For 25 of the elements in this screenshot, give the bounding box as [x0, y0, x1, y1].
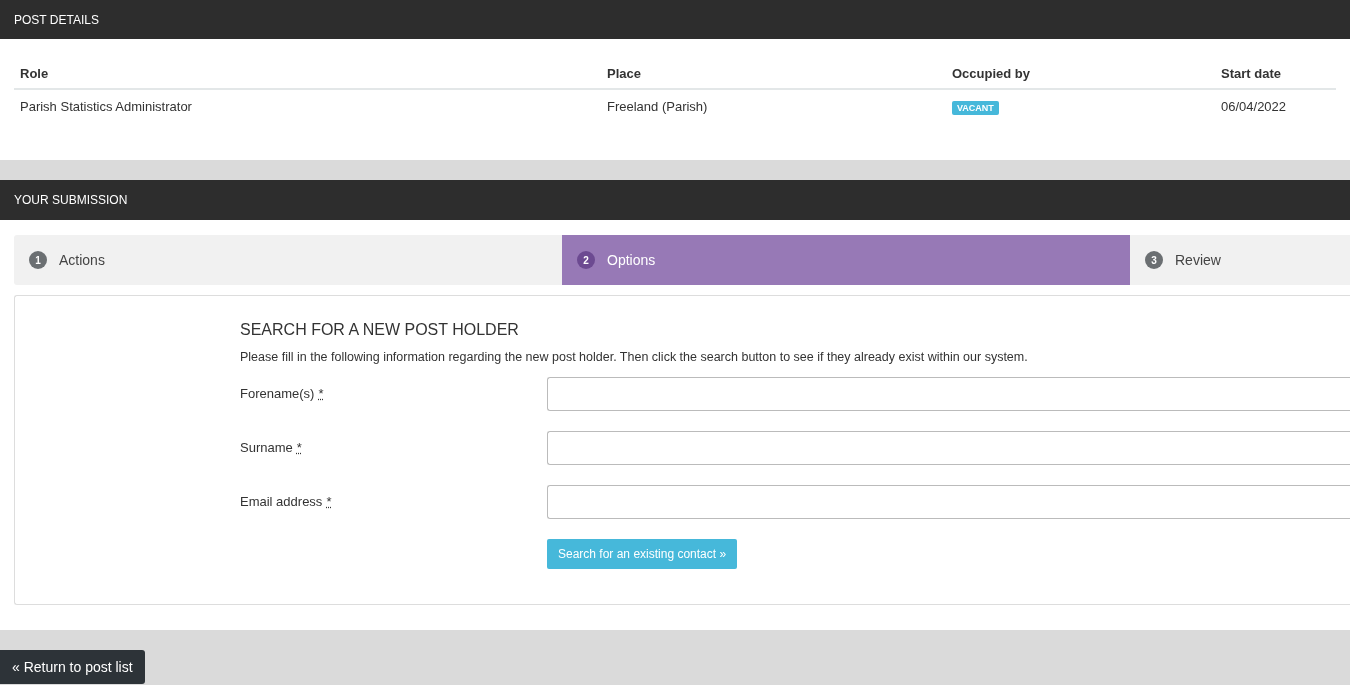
- section-title: YOUR SUBMISSION: [14, 192, 128, 209]
- table-cell: Freeland (Parish): [607, 99, 708, 115]
- section-title: POST DETAILS: [14, 11, 99, 29]
- table-cell: Parish Statistics Administrator: [20, 99, 192, 115]
- field-label: Email address: [240, 493, 323, 511]
- return-button[interactable]: « Return to post list: [0, 650, 145, 684]
- step-tab[interactable]: 3 Review: [1130, 235, 1350, 285]
- required-mark: *: [318, 385, 324, 403]
- table-cell: 06/04/2022: [1221, 99, 1287, 115]
- form-intro: Please fill in the following information regarding the new post holder. Then click the search button to see if they already exist within our system.: [240, 349, 1029, 366]
- column-header: Occupied by: [952, 65, 1031, 81]
- input-field[interactable]: [547, 376, 1350, 411]
- step-tab[interactable]: 1 Actions: [14, 235, 562, 285]
- field-label: Forename(s): [240, 385, 315, 403]
- input-field[interactable]: [547, 430, 1350, 465]
- status-badge: VACANT: [952, 101, 999, 116]
- required-mark: *: [326, 493, 332, 511]
- field-label: Surname: [240, 439, 293, 457]
- column-header: Role: [20, 65, 49, 81]
- column-header: Place: [607, 65, 641, 81]
- step-tab[interactable]: 2 Options: [562, 235, 1130, 285]
- column-header: Start date: [1221, 65, 1281, 81]
- form-heading: SEARCH FOR A NEW POST HOLDER: [240, 320, 520, 340]
- required-mark: *: [296, 439, 302, 457]
- input-field[interactable]: [547, 484, 1350, 519]
